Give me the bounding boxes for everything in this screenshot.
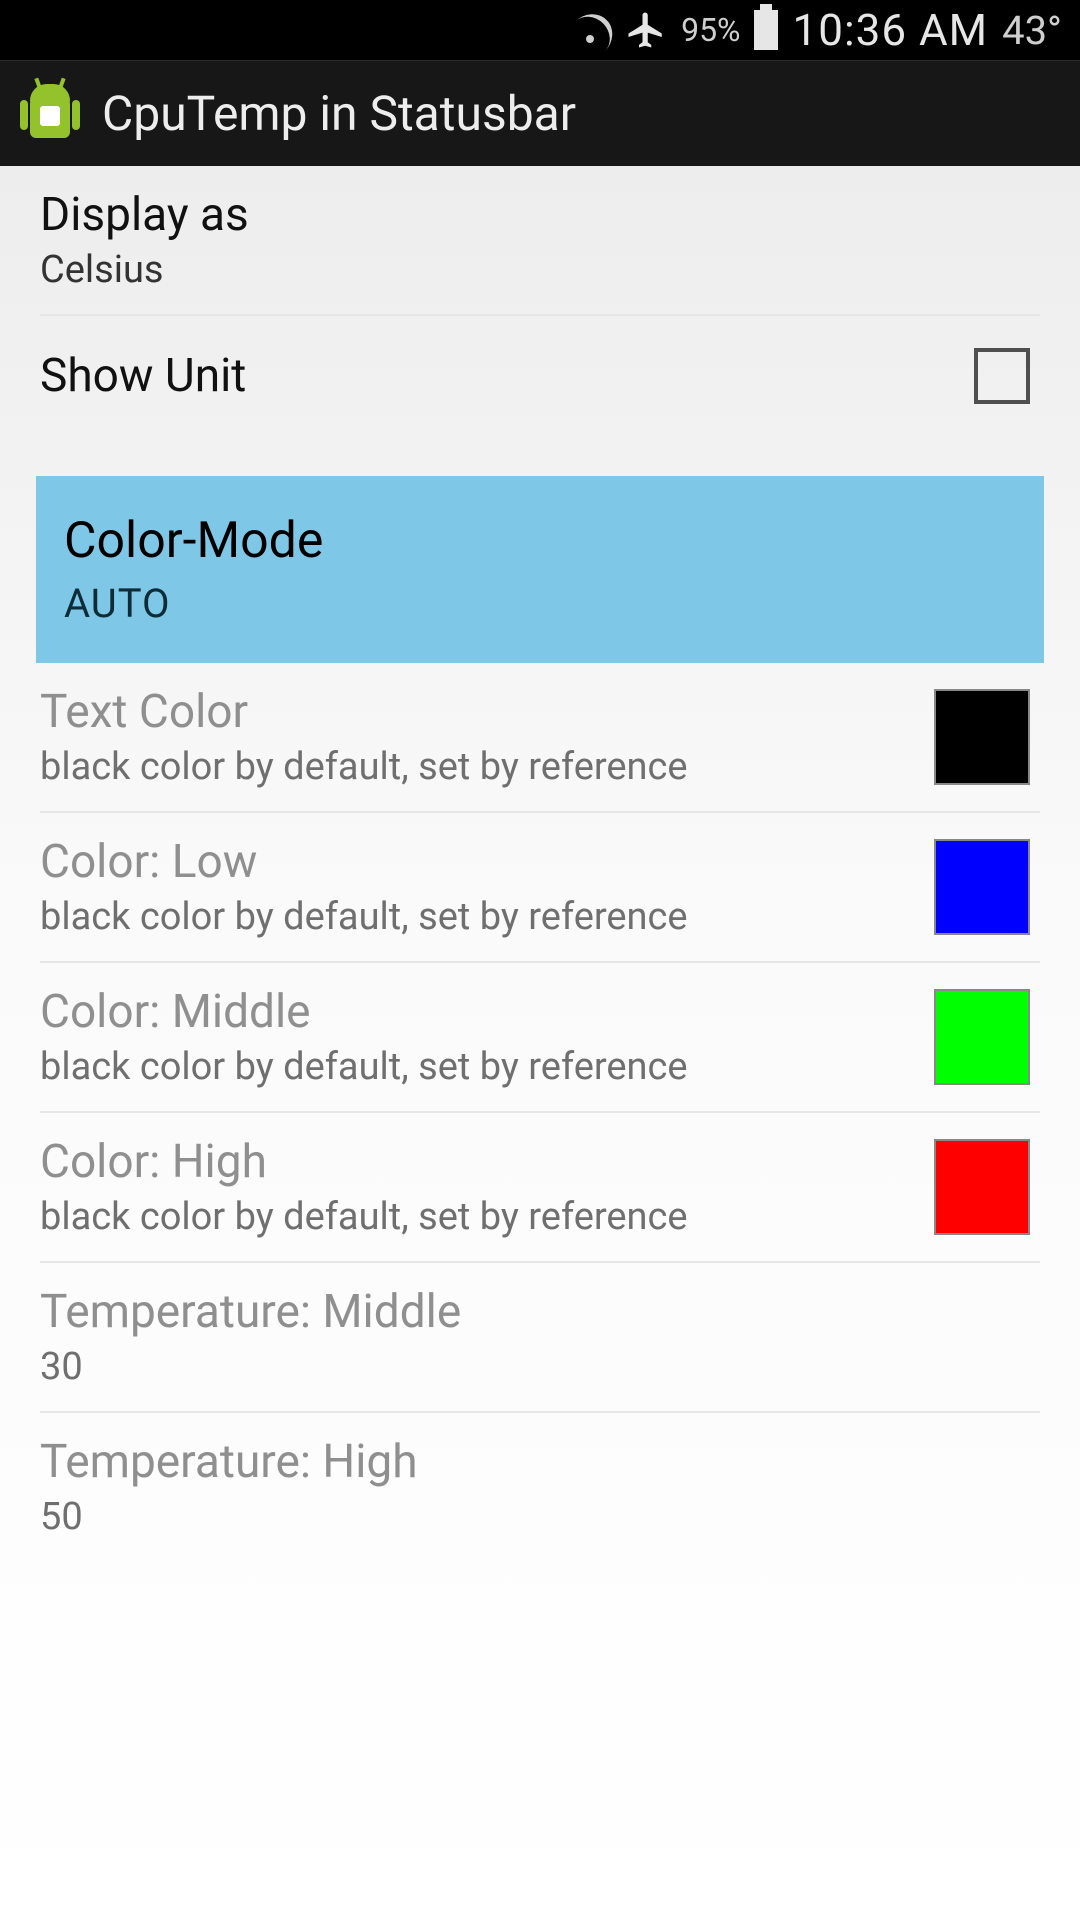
pref-color-middle-title: Color: Middle bbox=[40, 985, 934, 1039]
battery-icon bbox=[754, 10, 778, 50]
show-unit-checkbox[interactable] bbox=[974, 348, 1030, 404]
status-bar: 95% 10:36 AM 43° bbox=[0, 0, 1080, 60]
status-time: 10:36 AM bbox=[792, 4, 988, 56]
pref-display-as-title: Display as bbox=[40, 188, 1040, 242]
pref-color-mode-title: Color-Mode bbox=[64, 512, 1016, 570]
pref-temp-middle-value: 30 bbox=[40, 1345, 1040, 1389]
wifi-icon bbox=[569, 13, 611, 47]
pref-text-color[interactable]: Text Color black color by default, set b… bbox=[40, 663, 1040, 813]
pref-temp-middle[interactable]: Temperature: Middle 30 bbox=[40, 1263, 1040, 1413]
preferences-list: Display as Celsius Show Unit Color-Mode … bbox=[0, 166, 1080, 1920]
pref-color-middle-summary: black color by default, set by reference bbox=[40, 1045, 934, 1089]
pref-text-color-title: Text Color bbox=[40, 685, 934, 739]
pref-temp-middle-title: Temperature: Middle bbox=[40, 1285, 1040, 1339]
color-low-swatch[interactable] bbox=[934, 839, 1030, 935]
pref-show-unit[interactable]: Show Unit bbox=[40, 316, 1040, 436]
pref-display-as[interactable]: Display as Celsius bbox=[40, 166, 1040, 316]
pref-text-color-summary: black color by default, set by reference bbox=[40, 745, 934, 789]
text-color-swatch[interactable] bbox=[934, 689, 1030, 785]
app-title: CpuTemp in Statusbar bbox=[102, 85, 576, 142]
action-bar: CpuTemp in Statusbar bbox=[0, 60, 1080, 166]
pref-color-mode-value: AUTO bbox=[64, 580, 1016, 627]
pref-color-high[interactable]: Color: High black color by default, set … bbox=[40, 1113, 1040, 1263]
pref-color-mode[interactable]: Color-Mode AUTO bbox=[36, 476, 1044, 663]
pref-temp-high-title: Temperature: High bbox=[40, 1435, 1040, 1489]
pref-color-low-summary: black color by default, set by reference bbox=[40, 895, 934, 939]
pref-temp-high[interactable]: Temperature: High 50 bbox=[40, 1413, 1040, 1561]
pref-color-low[interactable]: Color: Low black color by default, set b… bbox=[40, 813, 1040, 963]
pref-temp-high-value: 50 bbox=[40, 1495, 1040, 1539]
color-high-swatch[interactable] bbox=[934, 1139, 1030, 1235]
pref-color-high-summary: black color by default, set by reference bbox=[40, 1195, 934, 1239]
airplane-icon bbox=[625, 9, 667, 51]
pref-color-middle[interactable]: Color: Middle black color by default, se… bbox=[40, 963, 1040, 1113]
color-middle-swatch[interactable] bbox=[934, 989, 1030, 1085]
pref-color-low-title: Color: Low bbox=[40, 835, 934, 889]
status-temp: 43° bbox=[1002, 7, 1062, 54]
pref-display-as-value: Celsius bbox=[40, 248, 1040, 292]
battery-percent: 95% bbox=[681, 11, 740, 49]
pref-show-unit-title: Show Unit bbox=[40, 349, 974, 403]
pref-color-high-title: Color: High bbox=[40, 1135, 934, 1189]
app-icon bbox=[22, 82, 78, 146]
